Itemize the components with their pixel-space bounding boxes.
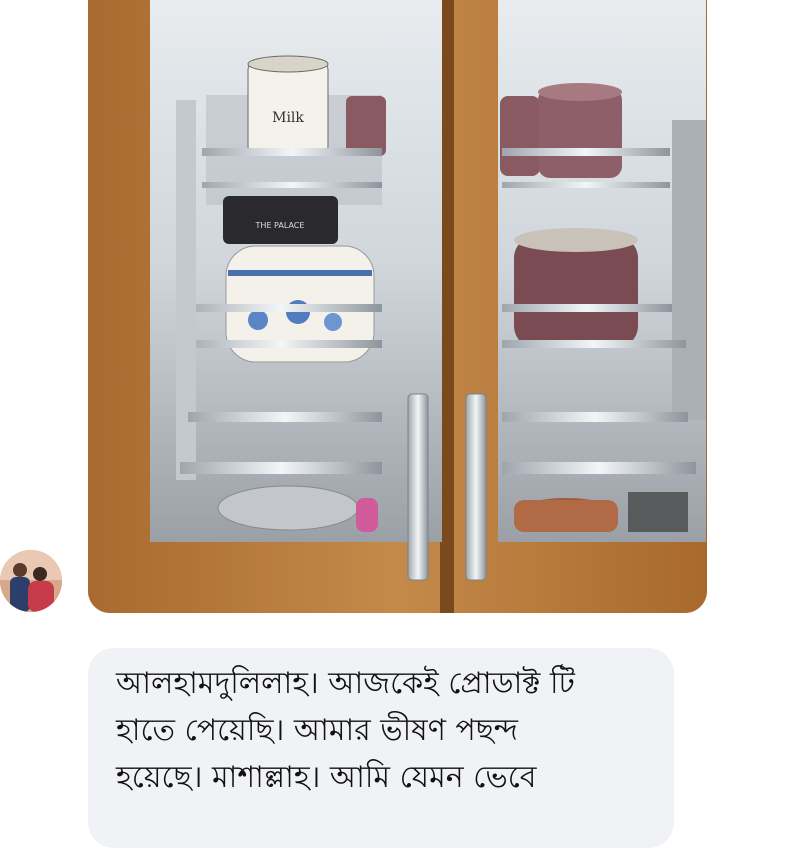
left-door-handle [407, 393, 429, 581]
user-avatar-icon [0, 550, 62, 612]
text-message-bubble[interactable]: আলহামদুলিলাহ। আজকেই প্রোডাক্ট টি হাতে পে… [88, 648, 674, 848]
left-glass-pane: Milk THE PALACE [150, 0, 442, 542]
message-line: আলহামদুলিলাহ। আজকেই প্রোডাক্ট টি [116, 666, 575, 701]
milk-label: Milk [272, 110, 304, 126]
image-message[interactable]: Milk THE PALACE [88, 0, 707, 613]
door-gap [440, 0, 454, 613]
cabinet-photo: Milk THE PALACE [88, 0, 707, 613]
message-line: হয়েছে। মাশাল্লাহ। আমি যেমন ভেবে [116, 760, 537, 795]
right-glass-pane [498, 0, 706, 542]
box-label: THE PALACE [255, 221, 305, 230]
message-line: হাতে পেয়েছি। আমার ভীষণ পছন্দ [116, 713, 519, 748]
sender-avatar[interactable] [0, 550, 62, 612]
right-door-handle [465, 393, 487, 581]
